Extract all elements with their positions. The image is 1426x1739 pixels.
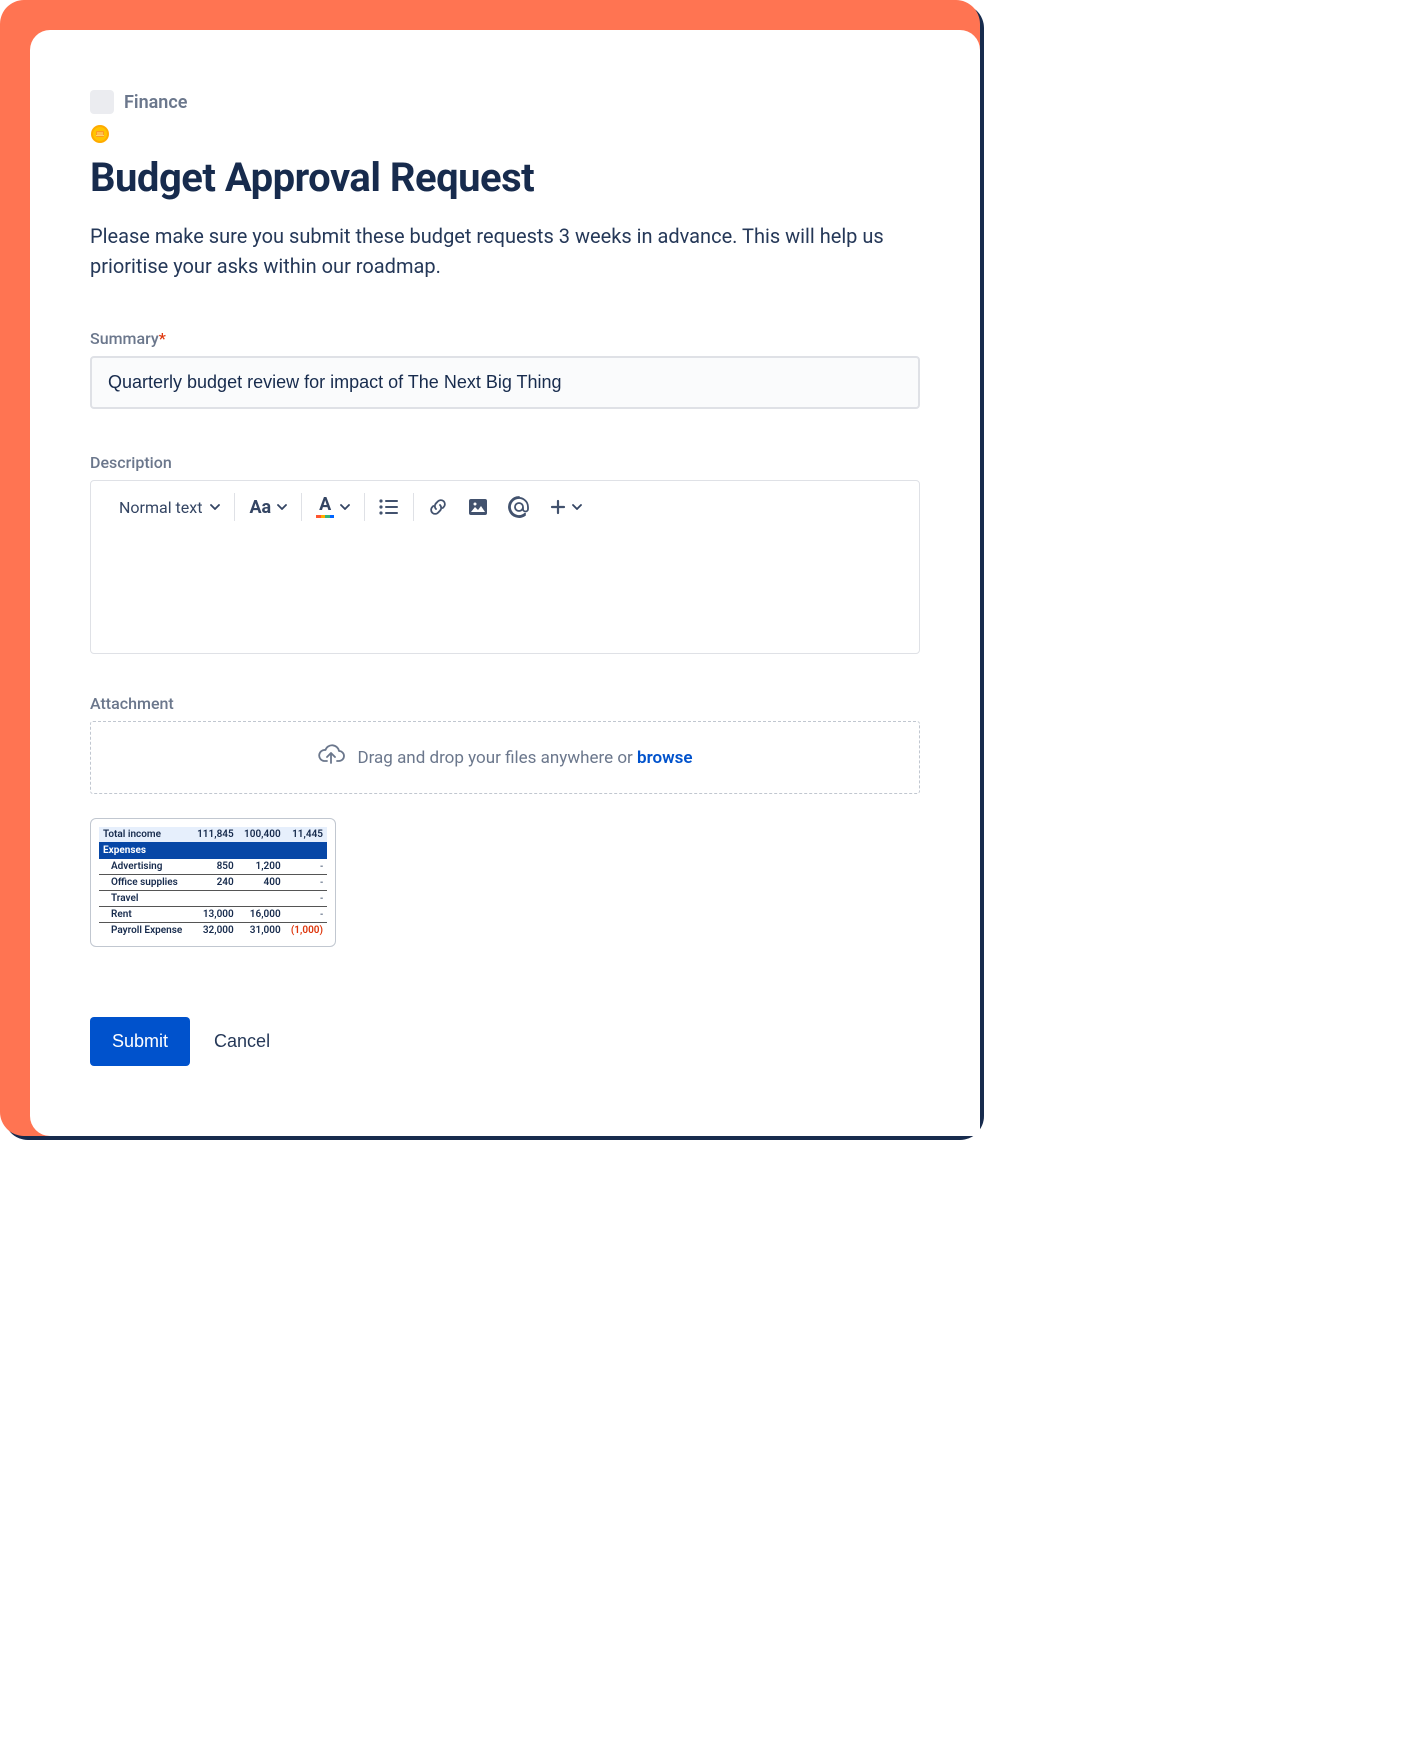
outer-frame: Finance Budget Approval Request Please m… <box>0 0 980 1136</box>
text-format-dropdown[interactable]: Aa <box>249 497 287 518</box>
more-dropdown[interactable] <box>550 499 582 515</box>
chevron-down-icon <box>277 504 287 510</box>
coin-icon <box>90 124 110 148</box>
dropzone-text: Drag and drop your files anywhere or bro… <box>357 748 692 768</box>
editor-toolbar: Normal text Aa <box>91 481 919 533</box>
attachment-thumbnail[interactable]: Total income 111,845 100,400 11,445 Expe… <box>90 818 336 947</box>
chevron-down-icon <box>210 504 220 510</box>
chevron-down-icon <box>340 504 350 510</box>
attachment-field: Attachment Drag and drop your files anyw… <box>90 694 920 947</box>
text-color-dropdown[interactable]: A <box>316 496 350 518</box>
description-label: Description <box>90 453 920 472</box>
chevron-down-icon <box>572 504 582 510</box>
form-card: Finance Budget Approval Request Please m… <box>30 30 980 1136</box>
text-style-dropdown[interactable]: Normal text <box>119 498 220 517</box>
page-title: Budget Approval Request <box>90 154 920 201</box>
preview-spreadsheet: Total income 111,845 100,400 11,445 Expe… <box>99 827 327 938</box>
intro-text: Please make sure you submit these budget… <box>90 221 920 281</box>
description-input[interactable] <box>91 533 919 653</box>
browse-link[interactable]: browse <box>637 748 693 768</box>
summary-label: Summary* <box>90 329 920 348</box>
description-field: Description Normal text Aa <box>90 453 920 654</box>
mention-icon[interactable] <box>508 496 530 518</box>
submit-button[interactable]: Submit <box>90 1017 190 1066</box>
rich-text-editor: Normal text Aa <box>90 480 920 654</box>
summary-field: Summary* <box>90 329 920 453</box>
form-actions: Submit Cancel <box>90 1017 920 1066</box>
attachment-dropzone[interactable]: Drag and drop your files anywhere or bro… <box>90 721 920 794</box>
breadcrumb: Finance <box>90 90 920 114</box>
link-icon[interactable] <box>428 497 448 517</box>
bullet-list-icon[interactable] <box>379 499 399 515</box>
breadcrumb-label[interactable]: Finance <box>124 92 187 113</box>
project-icon <box>90 90 114 114</box>
summary-input[interactable] <box>90 356 920 409</box>
cancel-button[interactable]: Cancel <box>214 1031 270 1052</box>
attachment-label: Attachment <box>90 694 920 713</box>
image-icon[interactable] <box>468 498 488 516</box>
upload-cloud-icon <box>317 744 345 771</box>
